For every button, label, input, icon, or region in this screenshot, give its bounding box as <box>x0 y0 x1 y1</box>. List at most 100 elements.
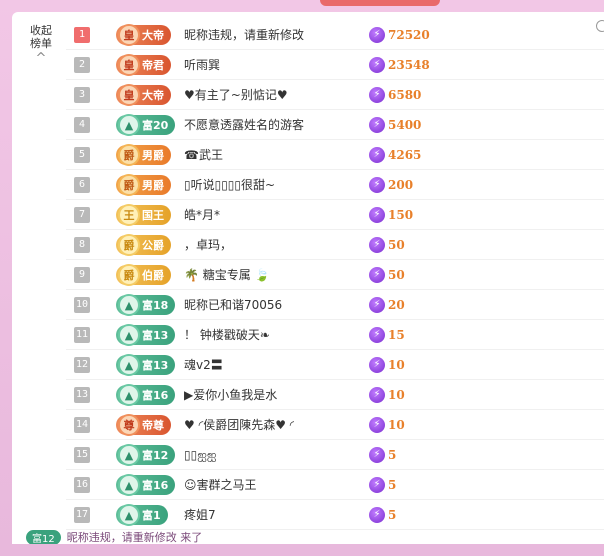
rank-number: 9 <box>74 267 90 283</box>
user-nickname[interactable]: 昵称违规，请重新修改 <box>184 20 304 50</box>
chevron-up-icon: ^ <box>35 51 47 66</box>
lightning-icon: ⚡ <box>369 357 385 373</box>
level-badge: ▲ 富18 <box>116 294 176 316</box>
leaderboard-row[interactable]: 11 ▲ 富13 ！ 钟楼戳破天❧ ⚡ 15 <box>66 320 604 350</box>
contribution-score: ⚡ 10 <box>369 410 405 440</box>
badge-label: 富1 <box>142 509 161 522</box>
user-nickname[interactable]: ▯▯ஐஐ <box>184 440 216 470</box>
level-badge: ▲ 富16 <box>116 384 176 406</box>
contribution-score: ⚡ 50 <box>369 230 405 260</box>
leaderboard-row[interactable]: 16 ▲ 富16 ☺害群之马王 ⚡ 5 <box>66 470 604 500</box>
score-value: 5 <box>388 508 397 522</box>
rank-number: 8 <box>74 237 90 253</box>
badge-emblem-icon: ▲ <box>118 324 140 346</box>
score-value: 200 <box>388 178 414 192</box>
contribution-score: ⚡ 200 <box>369 170 413 200</box>
badge-label: 男爵 <box>142 179 164 192</box>
leaderboard-row[interactable]: 3 皇大帝 ♥有主了~别惦记♥ ⚡ 6580 <box>66 80 604 110</box>
user-nickname[interactable]: ☺害群之马王 <box>184 470 257 500</box>
level-badge: 皇帝君 <box>116 54 171 76</box>
lightning-icon: ⚡ <box>369 207 385 223</box>
score-value: 5 <box>388 478 397 492</box>
leaderboard-row[interactable]: 17 ▲ 富1 疼姐7 ⚡ 5 <box>66 500 604 530</box>
badge-label: 国王 <box>142 209 164 222</box>
badge-label: 富16 <box>142 389 169 402</box>
contribution-score: ⚡ 4265 <box>369 140 421 170</box>
badge-emblem-icon: 爵 <box>118 234 140 256</box>
user-nickname[interactable]: ♥ ◜侯爵团陳先森♥ ◜ <box>184 410 294 440</box>
level-badge: 爵伯爵 <box>116 264 171 286</box>
score-value: 150 <box>388 208 414 222</box>
user-nickname[interactable]: ！ 钟楼戳破天❧ <box>184 320 270 350</box>
leaderboard-row[interactable]: 9 爵伯爵 🌴 糖宝专属 🍃 ⚡ 50 <box>66 260 604 290</box>
score-value: 72520 <box>388 28 430 42</box>
rank-number: 3 <box>74 87 90 103</box>
leaderboard-row[interactable]: 6 爵男爵 ▯听说▯▯▯▯很甜~ ⚡ 200 <box>66 170 604 200</box>
rank-number: 10 <box>74 297 90 313</box>
user-nickname[interactable]: ，卓玛， <box>184 230 232 260</box>
rank-number: 15 <box>74 447 90 463</box>
badge-emblem-icon: 王 <box>118 204 140 226</box>
badge-emblem-icon: 皇 <box>118 24 140 46</box>
rank-number: 6 <box>74 177 90 193</box>
lightning-icon: ⚡ <box>369 27 385 43</box>
contribution-score: ⚡ 5 <box>369 440 396 470</box>
user-nickname[interactable]: ▯听说▯▯▯▯很甜~ <box>184 170 275 200</box>
badge-emblem-icon: ▲ <box>118 114 140 136</box>
contribution-score: ⚡ 72520 <box>369 20 430 50</box>
leaderboard-row[interactable]: 5 爵男爵 ☎武王 ⚡ 4265 <box>66 140 604 170</box>
badge-emblem-icon: 爵 <box>118 174 140 196</box>
leaderboard-list: 1 皇大帝 昵称违规，请重新修改 ⚡ 72520 2 皇帝君 听雨巽 ⚡ 23548 3 皇大帝 ♥有主… <box>66 20 604 530</box>
lightning-icon: ⚡ <box>369 507 385 523</box>
leaderboard-row[interactable]: 4 ▲ 富20 不愿意透露姓名的游客 ⚡ 5400 <box>66 110 604 140</box>
lightning-icon: ⚡ <box>369 57 385 73</box>
leaderboard-row[interactable]: 8 爵公爵 ，卓玛， ⚡ 50 <box>66 230 604 260</box>
rank-number: 1 <box>74 27 90 43</box>
user-nickname[interactable]: 昵称已和谐70056 <box>184 290 282 320</box>
user-nickname[interactable]: 皓*月* <box>184 200 220 230</box>
badge-label: 帝尊 <box>142 419 164 432</box>
leaderboard-row[interactable]: 15 ▲ 富12 ▯▯ஐஐ ⚡ 5 <box>66 440 604 470</box>
level-badge: ▲ 富20 <box>116 114 176 136</box>
leaderboard-row[interactable]: 12 ▲ 富13 魂v2〓 ⚡ 10 <box>66 350 604 380</box>
leaderboard-row[interactable]: 1 皇大帝 昵称违规，请重新修改 ⚡ 72520 <box>66 20 604 50</box>
badge-label: 帝君 <box>142 59 164 72</box>
rank-number: 11 <box>74 327 90 343</box>
level-badge: 王国王 <box>116 204 171 226</box>
collapse-leaderboard-button[interactable]: 收起 榜单 ^ <box>26 24 56 65</box>
level-badge: ▲ 富1 <box>116 504 168 526</box>
score-value: 23548 <box>388 58 430 72</box>
user-nickname[interactable]: ☎武王 <box>184 140 223 170</box>
lightning-icon: ⚡ <box>369 87 385 103</box>
leaderboard-row[interactable]: 7 王国王 皓*月* ⚡ 150 <box>66 200 604 230</box>
badge-emblem-icon: ▲ <box>118 504 140 526</box>
score-value: 15 <box>388 328 405 342</box>
contribution-score: ⚡ 150 <box>369 200 413 230</box>
level-badge: ▲ 富16 <box>116 474 176 496</box>
contribution-score: ⚡ 23548 <box>369 50 430 80</box>
leaderboard-row[interactable]: 10 ▲ 富18 昵称已和谐70056 ⚡ 20 <box>66 290 604 320</box>
badge-emblem-icon: ▲ <box>118 474 140 496</box>
leaderboard-row[interactable]: 14 尊帝尊 ♥ ◜侯爵团陳先森♥ ◜ ⚡ 10 <box>66 410 604 440</box>
user-nickname[interactable]: ▶爱你小鱼我是水 <box>184 380 277 410</box>
user-nickname[interactable]: 魂v2〓 <box>184 350 223 380</box>
contribution-score: ⚡ 5400 <box>369 110 421 140</box>
leaderboard-row[interactable]: 2 皇帝君 听雨巽 ⚡ 23548 <box>66 50 604 80</box>
contribution-score: ⚡ 6580 <box>369 80 421 110</box>
score-value: 6580 <box>388 88 422 102</box>
bottom-rich-badge: 富12 <box>26 530 61 544</box>
user-nickname[interactable]: 不愿意透露姓名的游客 <box>184 110 304 140</box>
badge-emblem-icon: 尊 <box>118 414 140 436</box>
user-nickname[interactable]: 疼姐7 <box>184 500 216 530</box>
score-value: 10 <box>388 388 405 402</box>
user-nickname[interactable]: 🌴 糖宝专属 🍃 <box>184 260 270 290</box>
user-nickname[interactable]: ♥有主了~别惦记♥ <box>184 80 288 110</box>
badge-label: 富18 <box>142 299 169 312</box>
level-badge: 皇大帝 <box>116 84 171 106</box>
level-badge: 爵男爵 <box>116 174 171 196</box>
user-nickname[interactable]: 听雨巽 <box>184 50 220 80</box>
score-value: 10 <box>388 358 405 372</box>
lightning-icon: ⚡ <box>369 327 385 343</box>
leaderboard-row[interactable]: 13 ▲ 富16 ▶爱你小鱼我是水 ⚡ 10 <box>66 380 604 410</box>
badge-emblem-icon: ▲ <box>118 294 140 316</box>
